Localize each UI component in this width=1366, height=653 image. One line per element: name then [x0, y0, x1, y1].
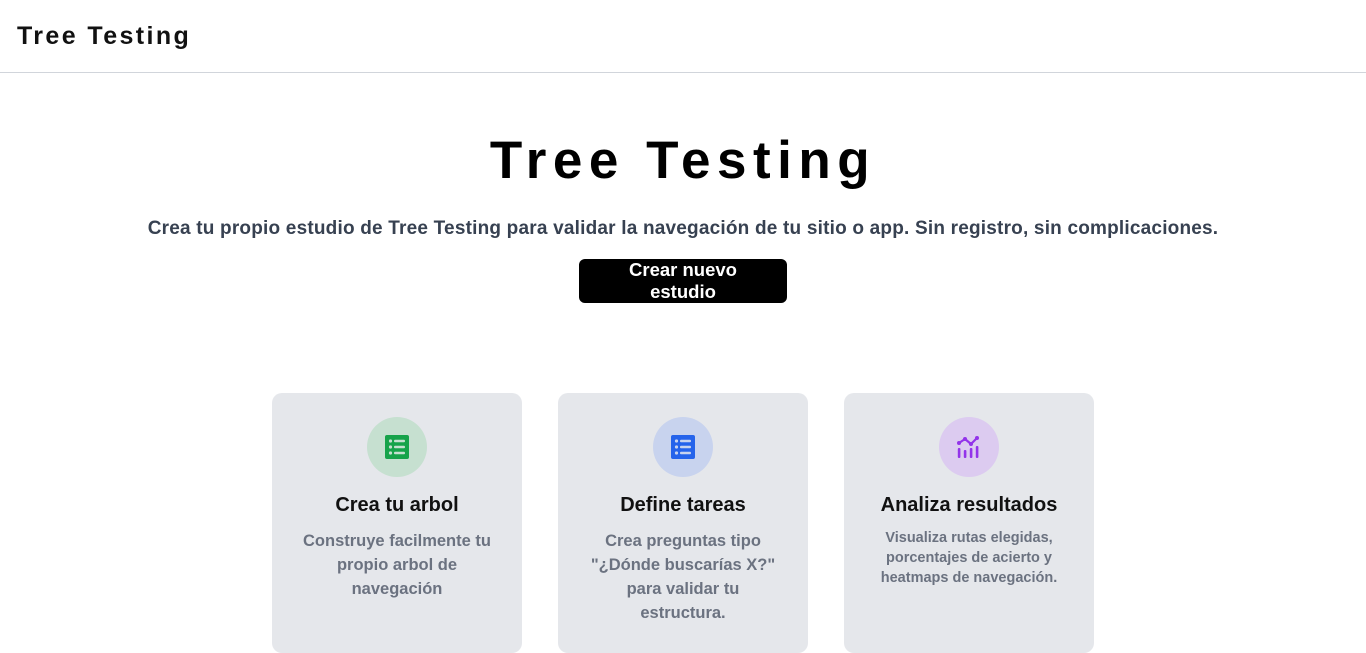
create-study-button[interactable]: Crear nuevo estudio [579, 259, 787, 303]
feature-icon-circle [367, 417, 427, 477]
brand-logo-text[interactable]: Tree Testing [17, 22, 191, 51]
list-icon [385, 435, 409, 459]
feature-icon-circle [653, 417, 713, 477]
feature-title: Analiza resultados [880, 494, 1058, 516]
feature-description: Crea preguntas tipo "¿Dónde buscarías X?… [590, 532, 776, 622]
hero-section: Tree Testing Crea tu propio estudio de T… [0, 73, 1366, 303]
feature-title: Crea tu arbol [335, 494, 459, 516]
feature-card-analyze-results: Analiza resultados Visualiza rutas elegi… [844, 393, 1094, 653]
analytics-icon [957, 436, 979, 458]
hero-subtitle: Crea tu propio estudio de Tree Testing p… [147, 218, 1219, 239]
list-icon [671, 435, 695, 459]
feature-icon-circle [939, 417, 999, 477]
cta-wrapper: Crear nuevo estudio [0, 259, 1366, 303]
feature-description: Visualiza rutas elegidas, porcentajes de… [880, 530, 1058, 586]
hero-title: Tree Testing [489, 131, 877, 190]
feature-title: Define tareas [620, 494, 746, 516]
main-content: Tree Testing Crea tu propio estudio de T… [0, 73, 1366, 653]
feature-card-create-tree: Crea tu arbol Construye facilmente tu pr… [272, 393, 522, 653]
features-section: Crea tu arbol Construye facilmente tu pr… [272, 393, 1094, 653]
feature-card-define-tasks: Define tareas Crea preguntas tipo "¿Dónd… [558, 393, 808, 653]
top-navbar: Tree Testing [0, 0, 1366, 73]
feature-description: Construye facilmente tu propio arbol de … [303, 532, 491, 598]
